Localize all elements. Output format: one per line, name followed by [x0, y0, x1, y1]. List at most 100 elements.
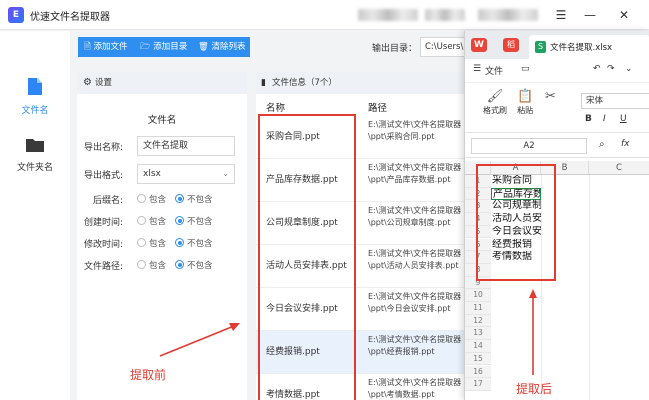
redo-icon[interactable]: ↷: [607, 64, 615, 74]
menu-file[interactable]: 文件: [485, 64, 503, 77]
add-file-button[interactable]: 🗎 添加文件: [84, 37, 128, 57]
column-header-path[interactable]: 路径: [368, 100, 387, 114]
fx-button[interactable]: fx: [621, 139, 630, 149]
file-path: E:\测试文件\文件名提取器\ppt\公司规章制度.ppt: [368, 206, 462, 227]
bold-button[interactable]: B: [585, 114, 592, 124]
paste-button[interactable]: 📋 粘贴: [517, 89, 533, 116]
folder-icon: [26, 139, 44, 152]
modify-time-exclude-text: 不包含: [187, 239, 213, 249]
suffix-include-radio[interactable]: [137, 194, 146, 203]
file-path: E:\测试文件\文件名提取器\ppt\考情数据.ppt: [368, 378, 462, 399]
spreadsheet-menu-bar: ☰ 文件 ▭ ↶ ↷ ⌄: [465, 59, 649, 83]
blurred-area: [358, 9, 418, 21]
sidebar-item-filename[interactable]: 文件名: [0, 77, 70, 116]
file-path-exclude-radio[interactable]: [175, 260, 184, 269]
minimize-button[interactable]: —: [580, 5, 600, 25]
suffix-exclude-text: 不包含: [187, 195, 213, 205]
export-format-label: 导出格式:: [83, 171, 123, 181]
hamburger-icon[interactable]: ☰: [473, 64, 481, 74]
name-box[interactable]: A2: [471, 138, 587, 154]
zoom-icon[interactable]: ⌕: [599, 139, 605, 150]
add-file-label: 添加文件: [93, 42, 128, 52]
brush-icon: 🖌: [486, 89, 504, 104]
modify-time-label: 修改时间:: [83, 240, 123, 250]
add-directory-button[interactable]: 🗁 添加目录: [140, 37, 187, 57]
undo-icon[interactable]: ↶: [593, 64, 601, 74]
clipboard-icon: 📋: [517, 89, 534, 104]
document-icon: ▮: [261, 78, 266, 88]
sheet-icon: S: [535, 41, 546, 53]
toolbar-button-group: 🗎 添加文件 🗁 添加目录 🗑 清除列表: [78, 37, 250, 57]
chevron-down-icon: ⌄: [222, 169, 229, 178]
format-painter-button[interactable]: 🖌 格式刷: [483, 89, 507, 116]
app-title: 优速文件名提取器: [30, 12, 110, 23]
underline-button[interactable]: U: [620, 114, 627, 124]
menu-icon[interactable]: ☰: [551, 5, 571, 25]
row-header[interactable]: 16: [465, 365, 491, 379]
italic-button[interactable]: I: [603, 114, 606, 124]
file-info-header: ▮ 文件信息（7个）: [256, 72, 466, 94]
export-name-input[interactable]: 文件名提取: [137, 136, 235, 156]
paste-label: 粘贴: [517, 106, 534, 115]
ribbon: 🖌 格式刷 📋 粘贴 ✂ 宋体 B I U: [465, 83, 649, 133]
suffix-label: 后缀名:: [92, 196, 123, 206]
wps-logo[interactable]: W: [471, 38, 487, 52]
sidebar-item-label: 文件名: [21, 106, 49, 116]
settings-panel: ⚙ 设置 文件名 导出名称: 文件名提取 导出格式: xlsx ⌄ 后缀名: 包…: [77, 72, 247, 400]
sidebar-item-label: 文件夹名: [16, 163, 53, 173]
column-header-c[interactable]: C: [589, 161, 649, 175]
blurred-area: [478, 9, 538, 21]
file-path: E:\测试文件\文件名提取器\ppt\产品库存数据.ppt: [368, 163, 462, 184]
row-header[interactable]: 10: [465, 289, 491, 302]
suffix-exclude-radio[interactable]: [175, 194, 184, 203]
row-header[interactable]: 14: [465, 340, 491, 353]
cut-button[interactable]: ✂: [545, 89, 556, 105]
row-header[interactable]: 11: [465, 302, 491, 315]
modify-time-include-radio[interactable]: [137, 238, 146, 247]
suffix-include-text: 包含: [149, 195, 167, 205]
modify-time-exclude-radio[interactable]: [175, 238, 184, 247]
close-button[interactable]: ✕: [614, 5, 634, 25]
output-dir-field[interactable]: C:\Users\: [420, 37, 470, 57]
font-name-select[interactable]: 宋体: [581, 93, 649, 109]
row-header[interactable]: 12: [465, 314, 491, 328]
save-icon[interactable]: ▭: [521, 64, 530, 74]
clear-list-button[interactable]: 🗑 清除列表: [198, 37, 246, 57]
tab-spreadsheet[interactable]: S 文件名提取.xlsx: [529, 35, 649, 59]
column-header-name[interactable]: 名称: [266, 100, 285, 114]
settings-header: ⚙ 设置: [77, 72, 247, 94]
output-dir-label: 输出目录：: [372, 44, 418, 54]
add-directory-label: 添加目录: [153, 42, 188, 52]
spreadsheet-tab-bar: W 稻 S 文件名提取.xlsx: [465, 31, 649, 59]
file-path-label: 文件路径:: [83, 262, 123, 272]
export-name-label: 导出名称:: [83, 143, 123, 153]
create-time-include-radio[interactable]: [137, 216, 146, 225]
title-bar: E 优速文件名提取器 ☰ — ✕: [0, 0, 649, 30]
create-time-exclude-radio[interactable]: [175, 216, 184, 225]
create-time-include-text: 包含: [149, 217, 167, 227]
highlight-box-after: [476, 164, 556, 281]
clear-list-label: 清除列表: [211, 42, 246, 52]
row-header[interactable]: 15: [465, 352, 491, 366]
create-time-exclude-text: 不包含: [187, 217, 213, 227]
file-info-title: 文件信息（7个）: [272, 78, 337, 88]
file-path-include-radio[interactable]: [137, 260, 146, 269]
grid-line: [589, 175, 590, 400]
file-path: E:\测试文件\文件名提取器\ppt\采购合同.ppt: [368, 120, 462, 141]
highlight-box-before: [258, 114, 356, 400]
settings-title: 设置: [95, 78, 113, 88]
row-header[interactable]: 17: [465, 378, 491, 391]
file-path: E:\测试文件\文件名提取器\ppt\今日会议安排.ppt: [368, 292, 462, 313]
label-before: 提取前: [130, 368, 167, 382]
docer-icon[interactable]: 稻: [503, 38, 519, 52]
sidebar: 文件名 文件夹名: [0, 31, 70, 400]
create-time-label: 创建时间:: [83, 218, 123, 228]
blurred-area: [425, 9, 465, 21]
chevron-down-icon[interactable]: ⌄: [625, 64, 633, 74]
sidebar-item-foldername[interactable]: 文件夹名: [0, 137, 70, 173]
app-logo: E: [8, 7, 24, 23]
section-title: 文件名: [147, 115, 177, 126]
row-header[interactable]: 13: [465, 327, 491, 341]
export-format-select[interactable]: xlsx ⌄: [137, 164, 235, 184]
file-icon: [28, 78, 42, 95]
